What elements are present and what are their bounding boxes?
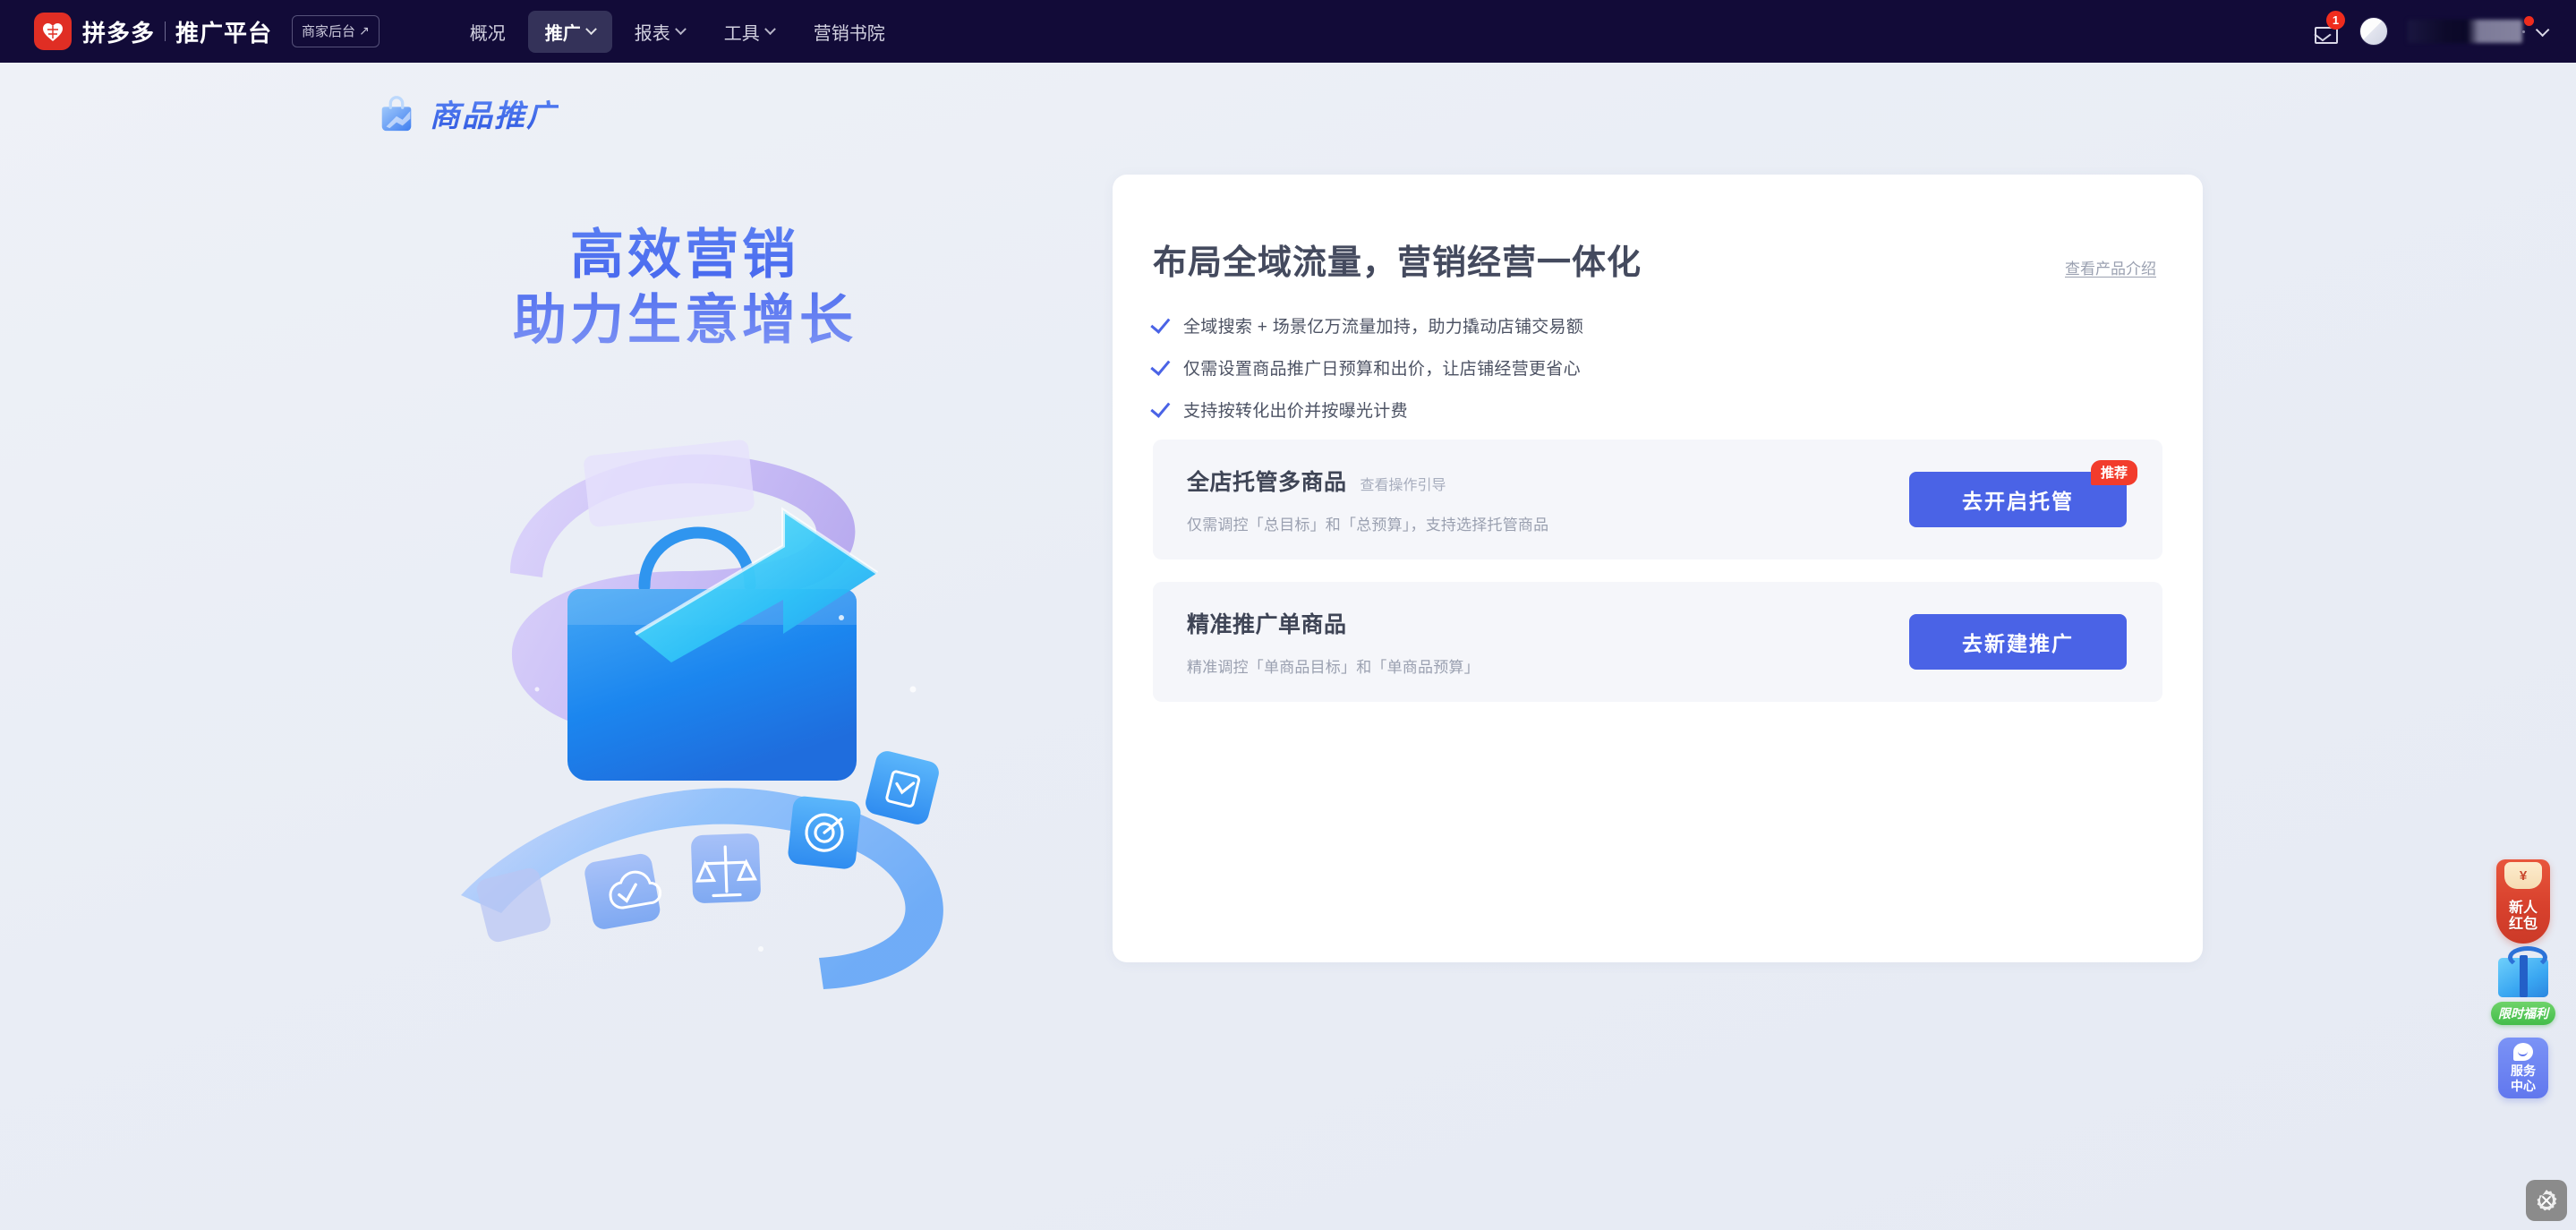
external-link-icon: ↗ (359, 23, 370, 38)
cta-wrapper: 去开启托管 推荐 (1909, 460, 2137, 527)
nav-item-label: 营销书院 (813, 23, 885, 44)
nav-item-academy[interactable]: 营销书院 (797, 11, 902, 53)
tools-gear-icon[interactable] (2526, 1180, 2567, 1221)
nav-item-promotion[interactable]: 推广 (527, 10, 612, 53)
nav-item-overview[interactable]: 概况 (453, 11, 523, 53)
option-title-row: 精准推广单商品 (1187, 607, 1480, 639)
nav-item-label: 概况 (469, 23, 506, 44)
navbar-menu: 概况 推广 报表 工具 营销书院 (453, 10, 902, 53)
chat-bubble-icon (2513, 1042, 2533, 1061)
user-menu[interactable] (2408, 16, 2550, 43)
user-name (2408, 20, 2522, 43)
notification-dot-icon (2524, 16, 2534, 26)
separator-dot-icon (2522, 30, 2525, 33)
yuan-symbol-icon: ¥ (2504, 862, 2542, 889)
limited-benefit-label: 限时福利 (2491, 1002, 2555, 1025)
feature-item: 仅需设置商品推广日预算和出价，让店铺经营更省心 (1150, 354, 2203, 380)
service-center-label: 服务 中心 (2511, 1063, 2536, 1093)
feature-list: 全域搜索 + 场景亿万流量加持，助力撬动店铺交易额 仅需设置商品推广日预算和出价… (1113, 284, 2203, 422)
brand-name: 拼多多 (82, 19, 156, 47)
brand-divider (165, 21, 166, 41)
mail-icon[interactable]: 1 (2315, 11, 2345, 44)
page-body: 商品推广 高效营销 助力生意增长 布局全域流量，营销经营一体化 查看产品介绍 全… (0, 63, 2576, 1230)
hero-title-row: 商品推广 (376, 91, 559, 135)
chevron-down-icon (763, 22, 776, 35)
feature-item: 全域搜索 + 场景亿万流量加持，助力撬动店铺交易额 (1150, 312, 2203, 337)
option-description: 仅需调控「总目标」和「总预算」，支持选择托管商品 (1187, 517, 1549, 534)
shopping-bag-icon (381, 95, 412, 131)
chevron-down-icon (2535, 22, 2550, 37)
floating-widgets: ¥ 新人 红包 限时福利 服务 中心 (2490, 859, 2556, 1098)
nav-item-label: 报表 (634, 23, 670, 44)
cta-wrapper: 去新建推广 (1909, 614, 2127, 670)
avatar[interactable] (2359, 17, 2388, 46)
feature-label: 支持按转化出价并按曝光计费 (1183, 402, 1408, 421)
chevron-down-icon (674, 22, 687, 35)
check-icon (1150, 312, 1171, 334)
option-text-block: 全店托管多商品 查看操作引导 仅需调控「总目标」和「总预算」，支持选择托管商品 (1187, 465, 1548, 534)
merchant-backend-label: 商家后台 (302, 24, 356, 39)
option-card-single-product: 精准推广单商品 精准调控「单商品目标」和「单商品预算」 去新建推广 (1153, 582, 2162, 702)
option-description: 精准调控「单商品目标」和「单商品预算」 (1187, 659, 1480, 676)
mail-badge-count: 1 (2326, 11, 2345, 30)
feature-item: 支持按转化出价并按曝光计费 (1150, 397, 2203, 422)
check-icon (1150, 354, 1171, 376)
check-icon (1150, 397, 1171, 418)
card-header: 布局全域流量，营销经营一体化 查看产品介绍 (1113, 175, 2203, 284)
merchant-backend-button[interactable]: 商家后台 ↗ (292, 15, 380, 47)
navbar-right: 1 (2315, 11, 2576, 46)
platform-name: 推广平台 (175, 19, 273, 47)
gift-box-icon (2498, 946, 2548, 997)
card-title: 布局全域流量，营销经营一体化 (1153, 244, 1642, 282)
navbar-left: 拼多多 推广平台 商家后台 ↗ (0, 13, 380, 50)
feature-label: 全域搜索 + 场景亿万流量加持，助力撬动店铺交易额 (1183, 318, 1584, 337)
operation-guide-link[interactable]: 查看操作引导 (1361, 473, 1446, 494)
new-user-redpack-widget[interactable]: ¥ 新人 红包 (2496, 859, 2550, 944)
option-card-full-store: 全店托管多商品 查看操作引导 仅需调控「总目标」和「总预算」，支持选择托管商品 … (1153, 440, 2162, 559)
nav-item-reports[interactable]: 报表 (618, 11, 702, 53)
nav-item-label: 推广 (544, 23, 581, 44)
nav-item-tools[interactable]: 工具 (707, 11, 791, 53)
promotion-3d-illustration (461, 440, 943, 989)
option-text-block: 精准推广单商品 精准调控「单商品目标」和「单商品预算」 (1187, 607, 1480, 677)
pinduoduo-logo-icon[interactable] (34, 13, 72, 50)
limited-benefit-widget[interactable]: 限时福利 (2490, 946, 2556, 1025)
option-title: 全店托管多商品 (1187, 470, 1347, 495)
recommended-badge: 推荐 (2090, 460, 2137, 485)
top-navbar: 拼多多 推广平台 商家后台 ↗ 概况 推广 报表 工具 营销书院 1 (0, 0, 2576, 63)
feature-label: 仅需设置商品推广日预算和出价，让店铺经营更省心 (1183, 360, 1581, 379)
product-intro-link[interactable]: 查看产品介绍 (2065, 256, 2156, 284)
option-title-row: 全店托管多商品 查看操作引导 (1187, 465, 1548, 497)
create-promotion-button[interactable]: 去新建推广 (1909, 614, 2127, 670)
redpack-label: 新人 红包 (2508, 900, 2538, 933)
nav-item-label: 工具 (723, 23, 760, 44)
chevron-down-icon (584, 22, 597, 35)
page-title: 商品推广 (430, 91, 559, 135)
service-center-widget[interactable]: 服务 中心 (2498, 1038, 2548, 1098)
promotion-main-card: 布局全域流量，营销经营一体化 查看产品介绍 全域搜索 + 场景亿万流量加持，助力… (1113, 175, 2203, 962)
hero-slogan: 高效营销 助力生意增长 (474, 222, 895, 353)
option-title: 精准推广单商品 (1187, 612, 1347, 637)
